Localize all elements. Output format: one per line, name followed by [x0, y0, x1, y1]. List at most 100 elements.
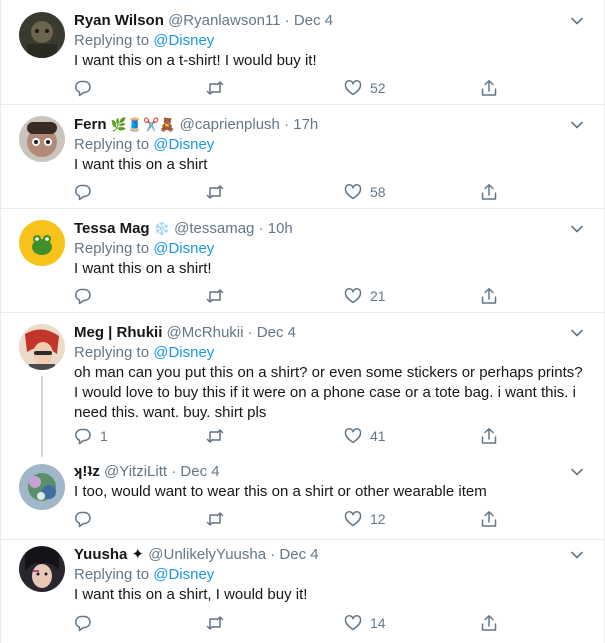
avatar[interactable] — [19, 220, 65, 266]
reply-feed: Ryan Wilson @Ryanlawson11 · Dec 4 Replyi… — [0, 0, 605, 643]
name-emoji: ✦ — [131, 546, 145, 563]
tweet-text: I want this on a shirt — [74, 156, 208, 173]
replying-mention[interactable]: @Disney — [153, 566, 214, 583]
reply-button[interactable] — [74, 78, 100, 98]
replying-label: Replying to — [74, 136, 150, 153]
share-button[interactable] — [480, 182, 498, 202]
reply-icon — [75, 80, 91, 97]
replying-label: Replying to — [74, 344, 150, 361]
chevron-down-icon[interactable] — [570, 548, 584, 562]
separator: · — [247, 324, 253, 341]
tweet-text: I want this on a shirt! — [74, 260, 212, 277]
like-count: 12 — [370, 511, 386, 527]
retweet-button[interactable] — [206, 509, 232, 529]
user-handle[interactable]: @YitziLitt — [104, 463, 167, 480]
reply-button[interactable]: 1 — [74, 426, 108, 446]
retweet-button[interactable] — [206, 78, 232, 98]
chevron-down-icon[interactable] — [570, 14, 584, 28]
retweet-button[interactable] — [206, 613, 232, 633]
user-handle[interactable]: @tessamag — [174, 220, 254, 237]
reply-icon — [75, 511, 91, 528]
tweet[interactable]: Meg | Rhukii @McRhukii · Dec 4 Replying … — [1, 313, 604, 457]
share-icon — [481, 80, 497, 96]
tweet-content: ʞ!ʇz @YitziLitt · Dec 4 I too, would wan… — [74, 462, 584, 502]
user-handle[interactable]: @Ryanlawson11 — [168, 12, 281, 29]
replying-label: Replying to — [74, 566, 150, 583]
replying-mention[interactable]: @Disney — [153, 32, 214, 49]
display-name[interactable]: Fern — [74, 116, 107, 133]
share-button[interactable] — [480, 613, 498, 633]
like-icon — [344, 615, 362, 631]
reply-button[interactable] — [74, 613, 100, 633]
display-name[interactable]: Meg | Rhukii — [74, 324, 162, 341]
timestamp[interactable]: Dec 4 — [180, 463, 219, 480]
replying-label: Replying to — [74, 240, 150, 257]
timestamp[interactable]: 17h — [293, 116, 318, 133]
chevron-down-icon[interactable] — [570, 222, 584, 236]
avatar[interactable] — [19, 12, 65, 58]
user-handle[interactable]: @McRhukii — [167, 324, 244, 341]
avatar[interactable] — [19, 116, 65, 162]
reply-button[interactable] — [74, 286, 100, 306]
tweet-content: Fern 🌿🧵✂️🧸 @caprienplush · 17h Replying … — [74, 115, 584, 175]
timestamp[interactable]: Dec 4 — [279, 546, 318, 563]
replying-mention[interactable]: @Disney — [153, 136, 214, 153]
tweet[interactable]: ʞ!ʇz @YitziLitt · Dec 4 I too, would wan… — [1, 457, 604, 540]
tweet[interactable]: Yuusha ✦ @UnlikelyYuusha · Dec 4 Replyin… — [1, 540, 604, 643]
tweet[interactable]: Ryan Wilson @Ryanlawson11 · Dec 4 Replyi… — [1, 0, 604, 105]
share-icon — [481, 288, 497, 304]
replying-to: Replying to @Disney — [74, 565, 584, 585]
tweet-text: I want this on a t-shirt! I would buy it… — [74, 52, 317, 69]
replying-to: Replying to @Disney — [74, 239, 584, 259]
share-button[interactable] — [480, 509, 498, 529]
separator: · — [284, 116, 290, 133]
tweet-header: Yuusha ✦ @UnlikelyYuusha · Dec 4 — [74, 545, 584, 565]
replying-mention[interactable]: @Disney — [153, 344, 214, 361]
chevron-down-icon[interactable] — [570, 326, 584, 340]
tweet[interactable]: Fern 🌿🧵✂️🧸 @caprienplush · 17h Replying … — [1, 105, 604, 209]
timestamp[interactable]: Dec 4 — [294, 12, 333, 29]
user-handle[interactable]: @UnlikelyYuusha — [148, 546, 266, 563]
user-handle[interactable]: @caprienplush — [180, 116, 280, 133]
chevron-down-icon[interactable] — [570, 465, 584, 479]
like-button[interactable]: 21 — [344, 286, 386, 306]
like-button[interactable]: 12 — [344, 509, 386, 529]
like-button[interactable]: 52 — [344, 78, 386, 98]
share-button[interactable] — [480, 426, 498, 446]
timestamp[interactable]: Dec 4 — [257, 324, 296, 341]
like-button[interactable]: 41 — [344, 426, 386, 446]
display-name[interactable]: Yuusha — [74, 546, 127, 563]
like-icon — [344, 184, 362, 200]
separator: · — [284, 12, 290, 29]
retweet-button[interactable] — [206, 426, 232, 446]
replying-label: Replying to — [74, 32, 150, 49]
like-icon — [344, 288, 362, 304]
retweet-icon — [206, 81, 224, 95]
tweet-text: I want this on a shirt, I would buy it! — [74, 586, 308, 603]
like-icon — [344, 428, 362, 444]
like-button[interactable]: 58 — [344, 182, 386, 202]
like-count: 52 — [370, 80, 386, 96]
tweet[interactable]: Tessa Mag ❄️ @tessamag · 10h Replying to… — [1, 209, 604, 313]
avatar[interactable] — [19, 546, 65, 592]
reply-button[interactable] — [74, 182, 100, 202]
like-button[interactable]: 14 — [344, 613, 386, 633]
chevron-down-icon[interactable] — [570, 118, 584, 132]
display-name[interactable]: ʞ!ʇz — [74, 463, 100, 480]
reply-button[interactable] — [74, 509, 100, 529]
share-button[interactable] — [480, 78, 498, 98]
retweet-button[interactable] — [206, 182, 232, 202]
avatar[interactable] — [19, 464, 65, 510]
retweet-button[interactable] — [206, 286, 232, 306]
share-button[interactable] — [480, 286, 498, 306]
retweet-icon — [206, 185, 224, 199]
display-name[interactable]: Tessa Mag — [74, 220, 150, 237]
display-name[interactable]: Ryan Wilson — [74, 12, 164, 29]
replying-to: Replying to @Disney — [74, 135, 584, 155]
tweet-actions: 14 — [74, 613, 504, 633]
timestamp[interactable]: 10h — [268, 220, 293, 237]
replying-to: Replying to @Disney — [74, 343, 584, 363]
replying-mention[interactable]: @Disney — [153, 240, 214, 257]
tweet-actions: 58 — [74, 182, 504, 202]
avatar[interactable] — [19, 324, 65, 370]
